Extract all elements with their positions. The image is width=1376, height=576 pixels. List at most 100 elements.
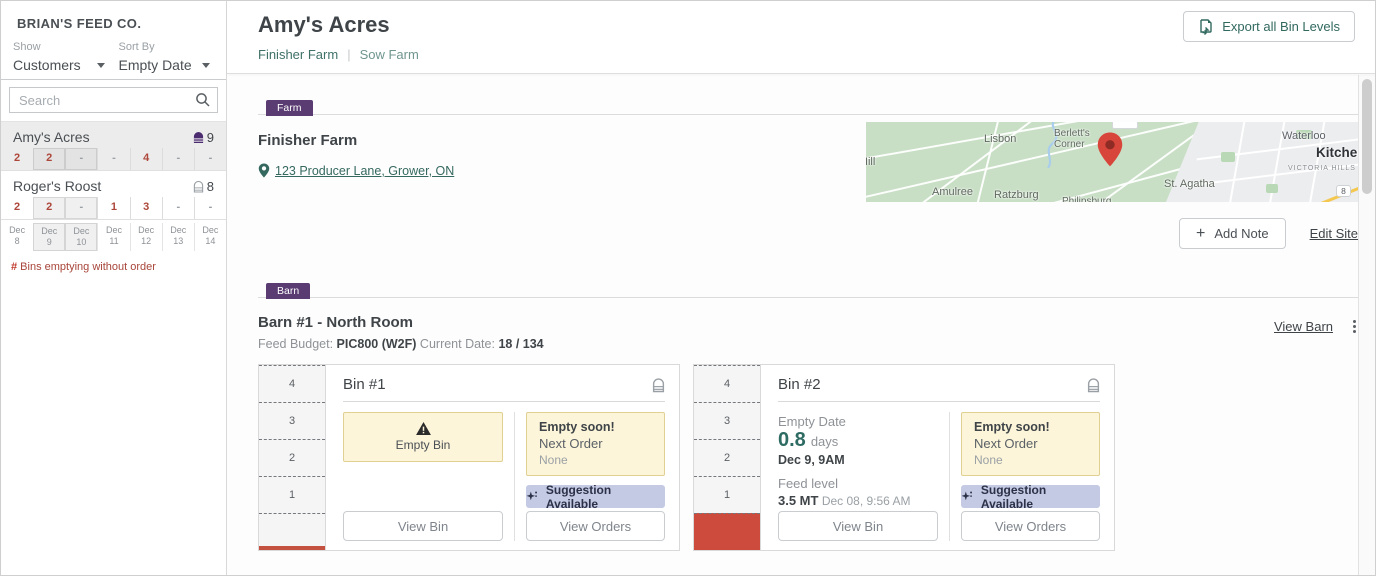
- empty-days-unit: days: [810, 434, 839, 449]
- sidebar: BRIAN'S FEED CO. Show Customers Sort By …: [1, 1, 227, 575]
- customer-list: Amy's Acres 9 2 2 - - 4 - - Roger's Roos…: [1, 121, 226, 279]
- bin-count: 9: [193, 130, 214, 145]
- suggestion-label: Suggestion Available: [545, 482, 612, 511]
- gauge-fill-low: [259, 546, 325, 550]
- edit-site-link[interactable]: Edit Site: [1310, 226, 1358, 241]
- add-note-button[interactable]: + Add Note: [1179, 218, 1286, 249]
- sparkle-icon: [961, 491, 973, 501]
- gauge-level: 1: [694, 476, 760, 513]
- chevron-down-icon: [202, 62, 210, 68]
- silo-icon: [193, 131, 203, 143]
- gauge-level: 4: [694, 365, 760, 402]
- tab-sow-farm[interactable]: Sow Farm: [360, 47, 419, 62]
- map-label: Lisbon: [984, 133, 1017, 145]
- gauge-level-empty: [259, 513, 325, 550]
- tab-separator: |: [347, 47, 351, 62]
- bin-level-gauge: 4 3 2 1: [694, 365, 761, 550]
- feed-level-value: 3.5 MT: [778, 493, 819, 508]
- grid-legend: # Bins emptying without order: [11, 261, 156, 273]
- main-header: Amy's Acres Finisher Farm | Sow Farm Exp…: [227, 1, 1375, 74]
- customer-name: Amy's Acres: [13, 129, 90, 145]
- grid-cell: 2: [14, 201, 21, 213]
- suggestion-available-banner[interactable]: Suggestion Available: [526, 482, 665, 511]
- view-barn-link[interactable]: View Barn: [1274, 319, 1333, 334]
- kebab-menu-icon[interactable]: [1351, 318, 1358, 335]
- feed-budget-label: Feed Budget:: [258, 337, 334, 351]
- view-bin-button[interactable]: View Bin: [343, 511, 503, 541]
- bin-count-value: 9: [206, 129, 214, 145]
- map-label: Corner: [1054, 139, 1085, 150]
- silo-icon: [193, 180, 203, 193]
- bin-empty-grid: 2 2 - - 4 - -: [1, 148, 226, 170]
- farm-tabs: Finisher Farm | Sow Farm: [258, 47, 419, 62]
- gauge-fill-critical: [694, 513, 760, 550]
- grid-cell: -: [161, 197, 194, 219]
- app-window: BRIAN'S FEED CO. Show Customers Sort By …: [0, 0, 1376, 576]
- current-date-label: Current Date:: [419, 337, 495, 351]
- date-cell: Dec 8: [9, 225, 26, 246]
- export-bin-levels-button[interactable]: Export all Bin Levels: [1183, 11, 1355, 42]
- grid-cell: -: [193, 197, 226, 219]
- gauge-level: 1: [259, 476, 325, 513]
- map-label: Ratzburg: [994, 189, 1039, 201]
- vertical-scrollbar[interactable]: [1358, 75, 1375, 575]
- add-note-label: Add Note: [1214, 226, 1269, 241]
- search-box: [9, 87, 218, 113]
- map-label: Amulree: [932, 186, 973, 198]
- gauge-level: 3: [259, 402, 325, 439]
- grid-cell: 3: [129, 197, 162, 219]
- grid-cell: -: [97, 148, 129, 170]
- empty-bin-label: Empty Bin: [395, 438, 451, 452]
- grid-cell: -: [193, 148, 226, 170]
- view-bin-button[interactable]: View Bin: [778, 511, 938, 541]
- bin-card-2: 4 3 2 1 Bin #2 Empty Date 0.8 days Dec 9…: [693, 364, 1115, 551]
- date-cell: Dec 13: [161, 223, 194, 251]
- bin-count: 8: [193, 179, 214, 194]
- map-label: Hill: [866, 156, 876, 168]
- bin-title: Bin #1: [343, 376, 386, 393]
- search-icon: [195, 92, 211, 108]
- customer-row-amys-acres[interactable]: Amy's Acres 9 2 2 - - 4 - -: [1, 122, 226, 170]
- grid-cell: 2: [33, 148, 66, 170]
- empty-bin-warning: Empty Bin: [343, 412, 503, 462]
- map-preview[interactable]: Hill Lisbon Berlett's Corner Amulree Rat…: [866, 122, 1358, 202]
- view-orders-button[interactable]: View Orders: [526, 511, 665, 541]
- show-dropdown[interactable]: Customers: [13, 57, 109, 73]
- gauge-level: 3: [694, 402, 760, 439]
- customer-row-rogers-roost[interactable]: Roger's Roost 8 2 2 - 1 3 - -: [1, 170, 226, 219]
- scrollbar-thumb[interactable]: [1362, 79, 1372, 194]
- feed-budget-value: PIC800 (W2F): [336, 337, 417, 351]
- grid-cell: -: [65, 148, 98, 170]
- export-document-icon: [1200, 18, 1212, 35]
- show-dropdown-value: Customers: [13, 57, 81, 73]
- map-label: St. Agatha: [1164, 178, 1215, 190]
- silo-icon: [1087, 377, 1100, 392]
- date-cell: Dec 11: [97, 223, 129, 251]
- feed-level-line: 3.5 MT Dec 08, 9:56 AM: [778, 493, 938, 508]
- map-route-shield: 8: [1336, 185, 1351, 197]
- search-input[interactable]: [9, 87, 218, 113]
- company-name: BRIAN'S FEED CO.: [17, 16, 142, 31]
- map-label: VICTORIA HILLS: [1288, 165, 1356, 172]
- grid-cell: 4: [129, 148, 162, 170]
- farm-section: Farm Finisher Farm 123 Producer Lane, Gr…: [258, 100, 1358, 283]
- bin-title: Bin #2: [778, 376, 821, 393]
- main-area: Amy's Acres Finisher Farm | Sow Farm Exp…: [227, 1, 1375, 575]
- barn-section-badge: Barn: [266, 283, 311, 299]
- bin-cards: 4 3 2 1 Bin #1 Empty Bin View Bin Empty …: [258, 364, 1358, 551]
- farm-address-link[interactable]: 123 Producer Lane, Grower, ON: [275, 164, 454, 178]
- grid-cell: 2: [14, 152, 21, 164]
- view-orders-button[interactable]: View Orders: [961, 511, 1100, 541]
- grid-cell: -: [65, 197, 98, 219]
- sort-dropdown[interactable]: Empty Date: [119, 57, 215, 73]
- tab-finisher-farm[interactable]: Finisher Farm: [258, 47, 338, 62]
- gauge-level: 2: [259, 439, 325, 476]
- suggestion-available-banner[interactable]: Suggestion Available: [961, 483, 1100, 511]
- barn-controls: View Barn: [1274, 318, 1358, 335]
- empty-days-value: 0.8: [778, 429, 806, 451]
- next-order-label: Next Order: [539, 436, 603, 451]
- sort-filter: Sort By Empty Date: [109, 41, 215, 79]
- content-scroll-area: Farm Finisher Farm 123 Producer Lane, Gr…: [227, 75, 1358, 575]
- export-button-label: Export all Bin Levels: [1222, 19, 1340, 34]
- map-label: Waterloo: [1282, 130, 1326, 142]
